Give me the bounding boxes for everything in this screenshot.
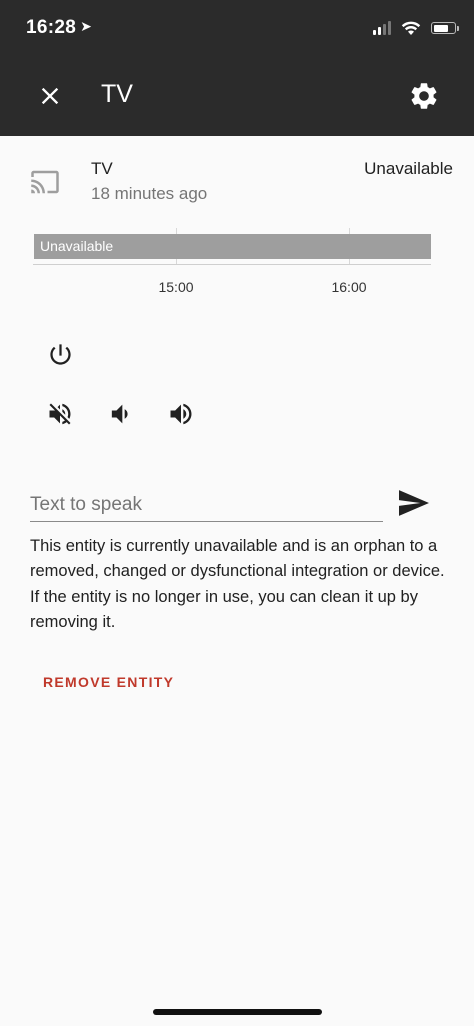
- entity-state: Unavailable: [364, 159, 453, 178]
- timeline-axis: [33, 264, 431, 265]
- wifi-icon: [401, 21, 421, 35]
- close-button[interactable]: [36, 82, 64, 110]
- history-timeline[interactable]: Unavailable 15:00 16:00: [33, 226, 431, 306]
- entity-last-changed: 18 minutes ago: [91, 184, 208, 203]
- orphan-notice: This entity is currently unavailable and…: [30, 534, 450, 636]
- home-indicator[interactable]: [153, 1009, 322, 1015]
- status-bar-indicators: [373, 16, 459, 40]
- clock: 16:28: [26, 17, 77, 38]
- volume-down-icon: [111, 404, 128, 424]
- settings-button[interactable]: [408, 80, 440, 112]
- timeline-bar-label: Unavailable: [40, 238, 114, 254]
- power-button[interactable]: [45, 339, 75, 369]
- send-icon: [399, 490, 429, 516]
- orphan-notice-line: This entity is currently unavailable and…: [30, 537, 445, 581]
- timeline-state-bar[interactable]: Unavailable: [34, 234, 431, 259]
- status-bar-time: 16:28 ➤: [26, 17, 92, 39]
- volume-up-icon: [170, 403, 192, 425]
- text-to-speak-input[interactable]: [30, 489, 383, 522]
- cellular-signal-icon: [373, 21, 391, 35]
- location-arrow-icon: ➤: [80, 18, 93, 34]
- cast-icon: [31, 170, 59, 194]
- close-icon: [41, 87, 59, 105]
- gear-icon: [411, 83, 437, 109]
- orphan-notice-line: If the entity is no longer in use, you c…: [30, 587, 418, 632]
- volume-up-button[interactable]: [166, 399, 196, 429]
- dialog-title: TV: [101, 80, 133, 108]
- battery-icon: [431, 22, 459, 34]
- timeline-tick: 16:00: [331, 279, 367, 295]
- remove-entity-button[interactable]: REMOVE ENTITY: [34, 670, 183, 694]
- mute-button[interactable]: [45, 399, 75, 429]
- volume-down-button[interactable]: [105, 399, 135, 429]
- volume-off-icon: [49, 403, 71, 425]
- send-tts-button[interactable]: [399, 490, 429, 516]
- power-icon: [49, 343, 71, 365]
- entity-name[interactable]: TV: [91, 159, 113, 179]
- dialog-header: 16:28 ➤ TV: [0, 0, 474, 136]
- timeline-tick: 15:00: [158, 279, 194, 295]
